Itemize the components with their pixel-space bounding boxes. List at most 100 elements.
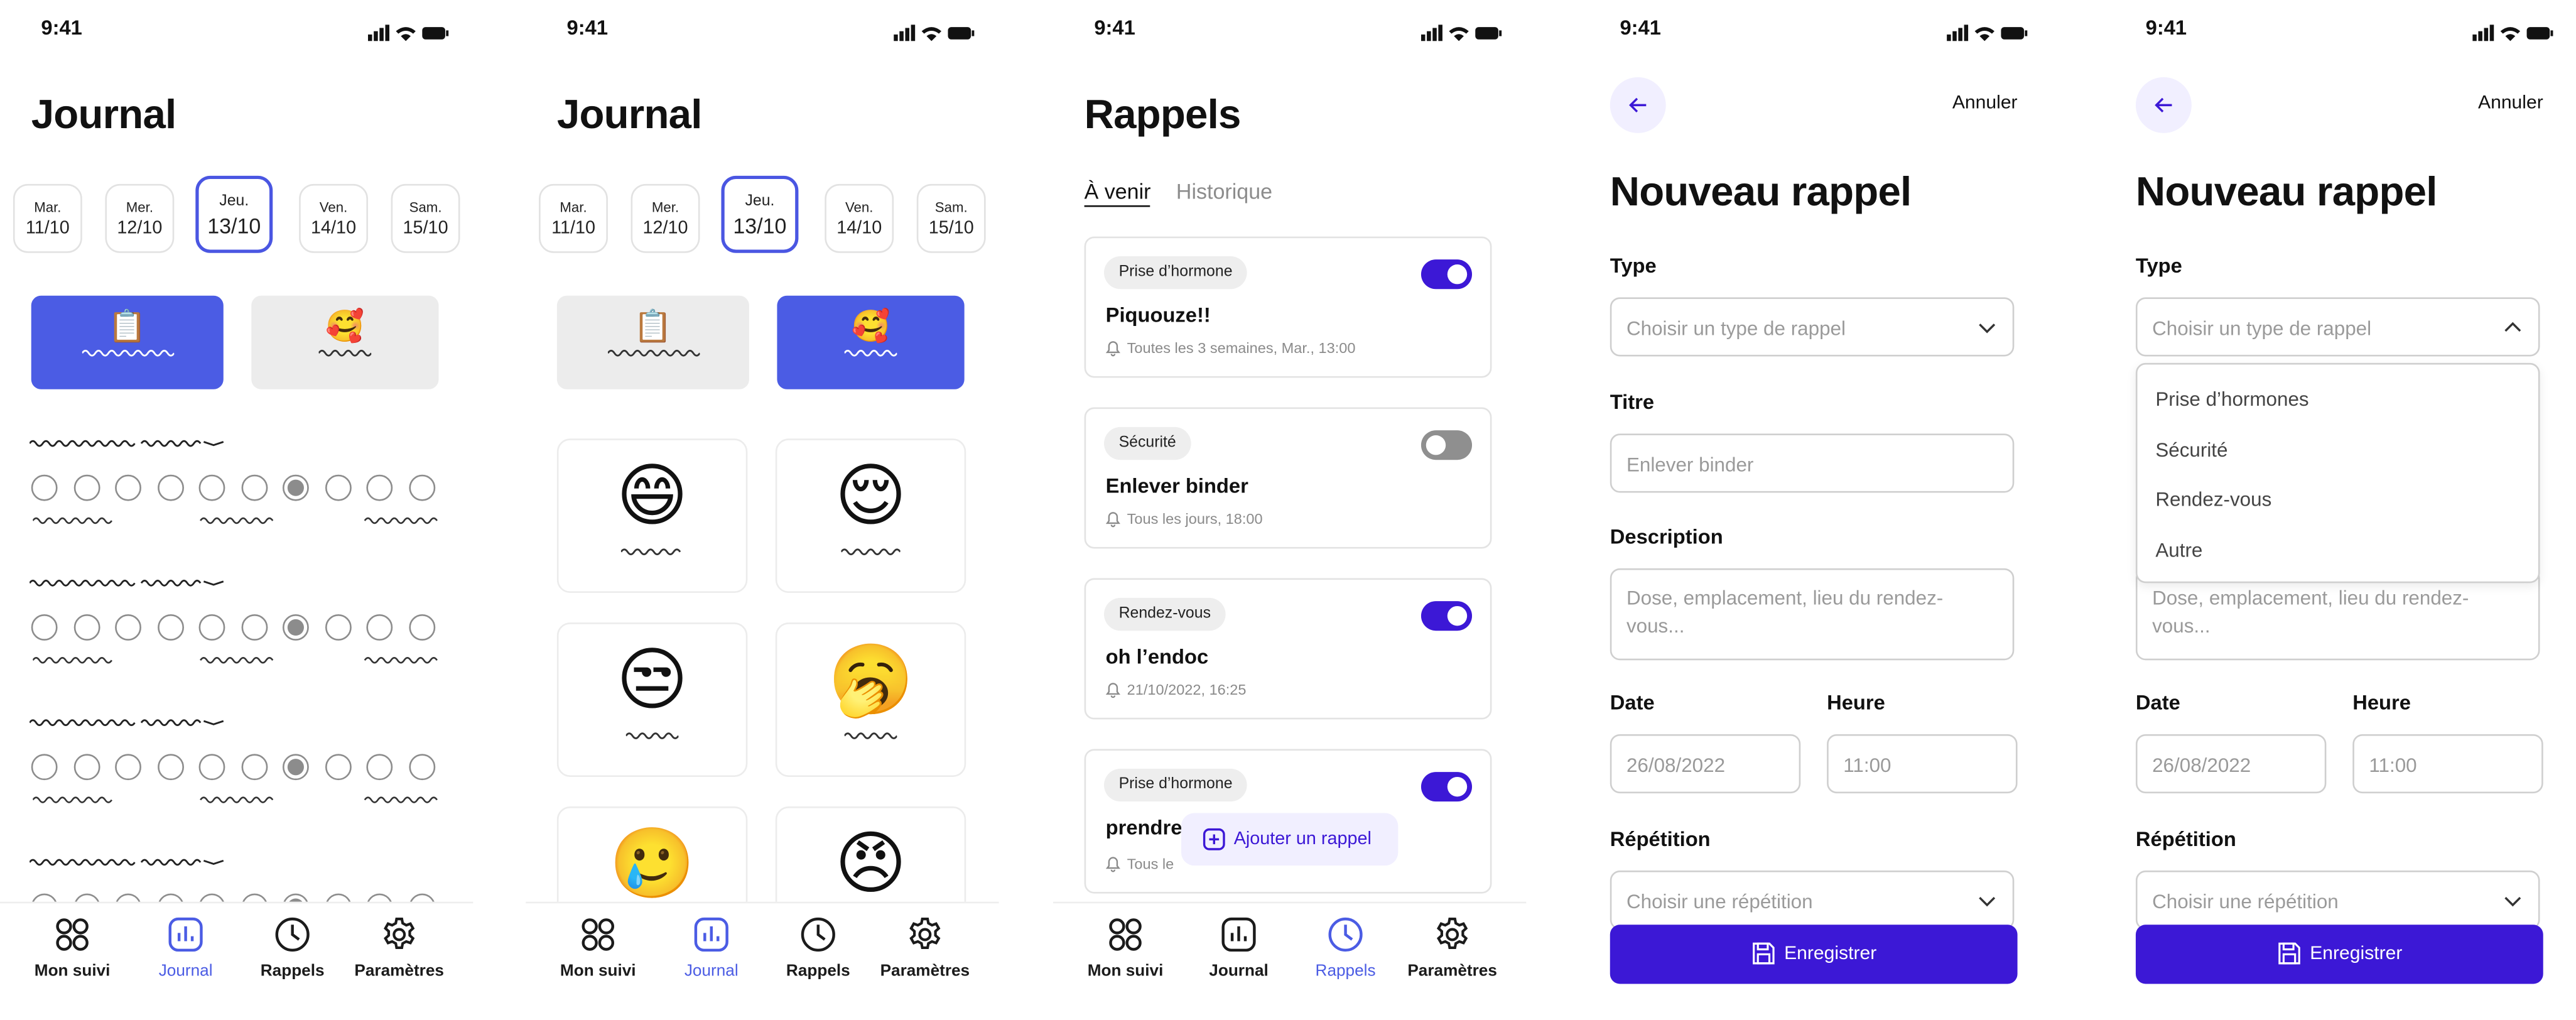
date-input[interactable]: 26/08/2022 <box>1610 734 1801 794</box>
scale-radio[interactable] <box>408 614 435 641</box>
type-option-autre[interactable]: Autre <box>2155 539 2202 562</box>
type-select[interactable]: Choisir un type de rappel <box>1610 297 2015 357</box>
scale-radio[interactable] <box>198 754 225 781</box>
scale-radio[interactable] <box>115 474 141 501</box>
type-option-securite[interactable]: Sécurité <box>2155 438 2227 462</box>
status-icons <box>2472 19 2555 49</box>
status-bar: 9:41 <box>0 0 473 56</box>
scale-radio[interactable] <box>31 474 58 501</box>
reminder-type-badge: Sécurité <box>1104 426 1191 460</box>
repetition-select[interactable]: Choisir une répétition <box>1610 871 2015 930</box>
status-time: 9:41 <box>2145 16 2187 40</box>
scale-radio[interactable] <box>198 474 225 501</box>
cancel-button[interactable]: Annuler <box>1952 94 2018 113</box>
bottom-nav: Mon suivi Journal Rappels Paramètres <box>526 901 999 1020</box>
description-placeholder: Dose, emplacement, lieu du rendez-vous..… <box>2152 586 2469 638</box>
reminder-card[interactable]: Prise d’hormone Piquouze!! Toutes les 3 … <box>1084 236 1492 378</box>
nav-item-parametres[interactable]: Paramètres <box>340 916 458 980</box>
scale-radio[interactable] <box>241 614 268 641</box>
back-button[interactable] <box>2135 77 2192 133</box>
scale-radio[interactable] <box>324 474 351 501</box>
scale-radio[interactable] <box>408 754 435 781</box>
nav-item-journal[interactable]: Journal <box>126 916 244 980</box>
scale-radio[interactable] <box>73 474 100 501</box>
day-chip[interactable]: Ven. 14/10 <box>299 183 369 253</box>
mode-card-mood[interactable]: 🥰 <box>777 295 965 389</box>
reminder-toggle[interactable] <box>1421 772 1473 802</box>
reminder-toggle[interactable] <box>1421 601 1473 631</box>
scale-radio[interactable] <box>366 474 393 501</box>
placeholder-label <box>844 349 897 357</box>
day-chip[interactable]: Mer. 12/10 <box>105 183 175 253</box>
repetition-select[interactable]: Choisir une répétition <box>2135 871 2540 930</box>
cancel-button[interactable]: Annuler <box>2478 94 2543 113</box>
scale-radio[interactable] <box>282 614 309 641</box>
nav-item-parametres[interactable]: Paramètres <box>866 916 984 980</box>
day-chip[interactable]: Sam. 15/10 <box>391 183 460 253</box>
mood-card[interactable]: 🥱 <box>775 622 966 777</box>
tab-historique[interactable]: Historique <box>1176 179 1272 203</box>
mood-card[interactable]: 😒 <box>556 622 748 777</box>
day-chip[interactable]: Mer. 12/10 <box>630 183 700 253</box>
nav-item-parametres[interactable]: Paramètres <box>1393 916 1511 980</box>
day-chip[interactable]: Mar. 11/10 <box>539 183 608 253</box>
heure-input[interactable]: 11:00 <box>1827 734 2018 794</box>
titre-input[interactable]: Enlever binder <box>1610 433 2015 493</box>
scale-radio[interactable] <box>282 474 309 501</box>
scale-radio[interactable] <box>156 754 183 781</box>
mode-card-questionnaire[interactable]: 📋 <box>556 295 749 389</box>
grid-icon <box>56 918 89 951</box>
scale-radio[interactable] <box>31 614 58 641</box>
scale-radio[interactable] <box>366 754 393 781</box>
clock-icon <box>801 917 835 952</box>
nav-item-mon-suivi[interactable]: Mon suivi <box>1066 916 1184 980</box>
scale-radio[interactable] <box>156 614 183 641</box>
save-button[interactable]: Enregistrer <box>1610 925 2018 984</box>
heure-input[interactable]: 11:00 <box>2352 734 2543 794</box>
mood-card[interactable]: 😄 <box>556 438 748 594</box>
nav-item-rappels[interactable]: Rappels <box>233 916 351 980</box>
scale-radio[interactable] <box>282 754 309 781</box>
add-reminder-button[interactable]: Ajouter un rappel <box>1181 813 1399 866</box>
save-button[interactable]: Enregistrer <box>2135 925 2543 984</box>
reminder-card[interactable]: Sécurité Enlever binder Tous les jours, … <box>1084 407 1492 549</box>
nav-item-rappels[interactable]: Rappels <box>1286 916 1404 980</box>
nav-item-mon-suivi[interactable]: Mon suivi <box>539 916 657 980</box>
description-textarea[interactable]: Dose, emplacement, lieu du rendez-vous..… <box>1610 568 2015 661</box>
scale-radio[interactable] <box>73 614 100 641</box>
mode-card-mood[interactable]: 🥰 <box>251 295 439 389</box>
reminder-toggle[interactable] <box>1421 259 1473 290</box>
mode-card-questionnaire[interactable]: 📋 <box>31 295 224 389</box>
day-chip-selected[interactable]: Jeu. 13/10 <box>195 175 273 253</box>
back-button[interactable] <box>1610 77 1666 133</box>
day-chip[interactable]: Ven. 14/10 <box>825 183 894 253</box>
scale-radio[interactable] <box>241 474 268 501</box>
type-option-rendez-vous[interactable]: Rendez-vous <box>2155 488 2271 511</box>
nav-item-rappels[interactable]: Rappels <box>759 916 877 980</box>
date-input[interactable]: 26/08/2022 <box>2135 734 2327 794</box>
mood-card[interactable]: 😌 <box>775 438 966 594</box>
scale-radio[interactable] <box>156 474 183 501</box>
scale-radio[interactable] <box>366 614 393 641</box>
type-select[interactable]: Choisir un type de rappel <box>2135 297 2540 357</box>
scale-radio[interactable] <box>408 474 435 501</box>
scale-radio[interactable] <box>73 754 100 781</box>
reminder-toggle[interactable] <box>1421 430 1473 460</box>
page-title: Journal <box>556 92 703 138</box>
day-chip[interactable]: Mar. 11/10 <box>13 183 82 253</box>
reminder-card[interactable]: Rendez-vous oh l’endoc 21/10/2022, 16:25 <box>1084 578 1492 720</box>
nav-item-journal[interactable]: Journal <box>1179 916 1297 980</box>
scale-radio[interactable] <box>241 754 268 781</box>
scale-radio[interactable] <box>324 614 351 641</box>
scale-radio[interactable] <box>31 754 58 781</box>
scale-radio[interactable] <box>198 614 225 641</box>
type-option-prise-hormones[interactable]: Prise d’hormones <box>2155 388 2308 411</box>
nav-item-journal[interactable]: Journal <box>652 916 771 980</box>
tab-a-venir[interactable]: À venir <box>1084 179 1151 207</box>
scale-radio[interactable] <box>324 754 351 781</box>
day-chip-selected[interactable]: Jeu. 13/10 <box>721 175 799 253</box>
scale-radio[interactable] <box>115 614 141 641</box>
day-chip[interactable]: Sam. 15/10 <box>916 183 986 253</box>
nav-item-mon-suivi[interactable]: Mon suivi <box>13 916 131 980</box>
scale-radio[interactable] <box>115 754 141 781</box>
